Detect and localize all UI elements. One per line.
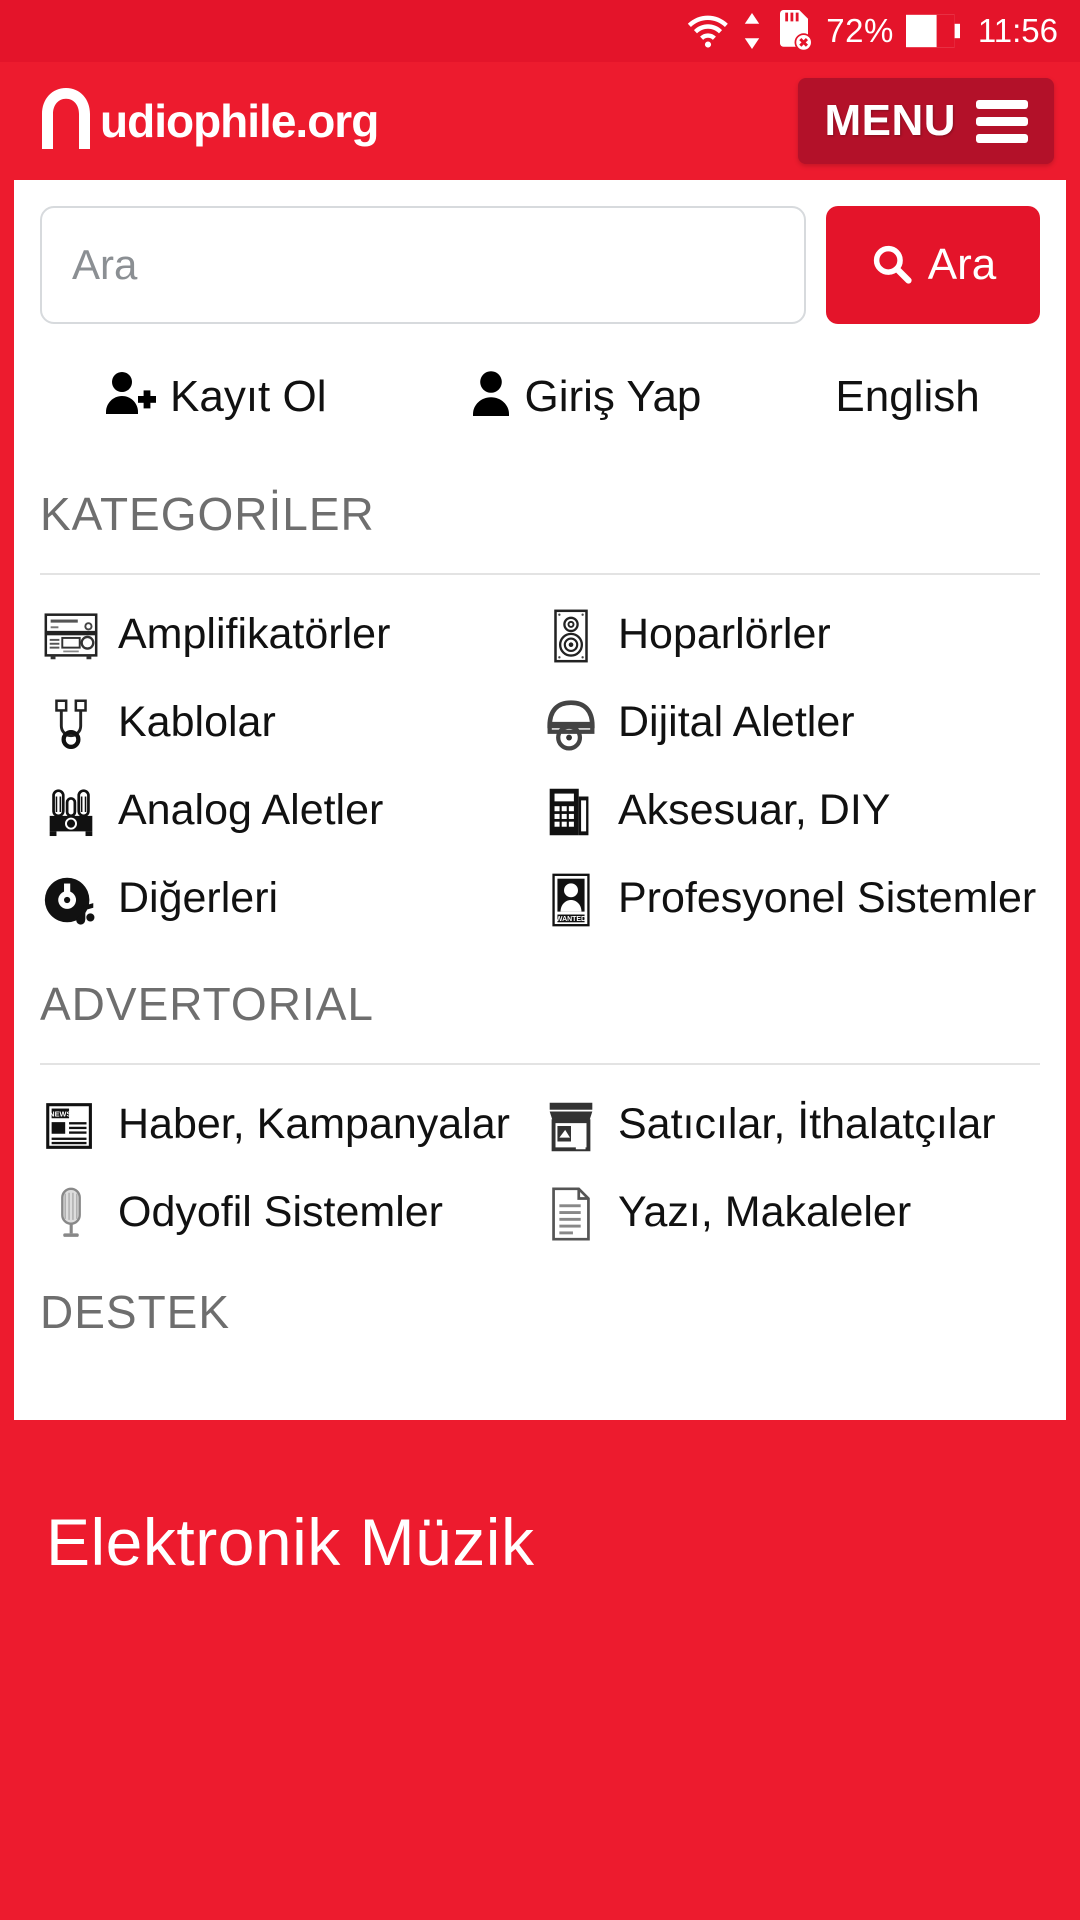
document-icon xyxy=(540,1183,602,1245)
category-label: Aksesuar, DIY xyxy=(618,786,891,834)
footer-banner: Elektronik Müzik xyxy=(0,1420,1080,1580)
app-header: udiophile.org MENU xyxy=(0,62,1080,180)
category-item-hoparlorler[interactable]: Hoparlörler xyxy=(540,605,1040,667)
section-heading-advertorial: ADVERTORIAL xyxy=(40,978,374,1030)
language-link[interactable]: English xyxy=(835,372,979,422)
search-button[interactable]: Ara xyxy=(826,206,1040,324)
category-item-analog-aletler[interactable]: Analog Aletler xyxy=(40,781,540,843)
category-label: Dijital Aletler xyxy=(618,698,855,746)
category-label: Analog Aletler xyxy=(118,786,384,834)
advertorial-label: Satıcılar, İthalatçılar xyxy=(618,1100,996,1148)
cd-player-icon xyxy=(540,693,602,755)
category-item-profesyonel-sistemler[interactable]: WANTED Profesyonel Sistemler xyxy=(540,869,1040,931)
category-item-dijital-aletler[interactable]: Dijital Aletler xyxy=(540,693,1040,755)
register-link[interactable]: Kayıt Ol xyxy=(104,370,327,423)
language-label: English xyxy=(835,371,980,421)
category-item-amplifikatorler[interactable]: Amplifikatörler xyxy=(40,605,540,667)
tube-amp-icon xyxy=(40,781,102,843)
section-heading-kategoriler: KATEGORİLER xyxy=(40,488,375,540)
advertorial-item-yazi-makaleler[interactable]: Yazı, Makaleler xyxy=(540,1183,1040,1245)
login-label: Giriş Yap xyxy=(524,371,702,421)
search-icon xyxy=(870,242,914,289)
category-label: Hoparlörler xyxy=(618,610,831,658)
category-item-digerleri[interactable]: Diğerleri xyxy=(40,869,540,931)
cable-icon xyxy=(40,693,102,755)
user-plus-icon xyxy=(104,370,156,423)
svg-text:WANTED: WANTED xyxy=(556,916,586,923)
menu-panel: Ara Kayıt Ol Giriş Yap xyxy=(14,180,1066,1420)
user-icon xyxy=(471,370,511,423)
category-label: Diğerleri xyxy=(118,874,279,922)
account-row: Kayıt Ol Giriş Yap English xyxy=(40,356,1040,453)
register-label: Kayıt Ol xyxy=(170,371,327,421)
headphone-a-logo-icon xyxy=(36,81,100,162)
category-grid: Amplifikatörler Hoparlörler Kablolar Dij… xyxy=(40,575,1040,931)
amplifier-icon xyxy=(40,605,102,667)
menu-button-label: MENU xyxy=(824,96,956,145)
category-label: Profesyonel Sistemler xyxy=(618,874,1037,922)
category-label: Kablolar xyxy=(118,698,276,746)
category-label: Amplifikatörler xyxy=(118,610,391,658)
section-heading-destek: DESTEK xyxy=(40,1286,231,1338)
newspaper-icon: NEWS xyxy=(40,1095,102,1157)
search-button-label: Ara xyxy=(927,240,997,289)
microphone-icon xyxy=(40,1183,102,1245)
data-transfer-arrows-icon xyxy=(742,13,762,49)
wifi-icon xyxy=(686,13,730,49)
advertorial-grid: NEWS Haber, Kampanyalar Satıcılar, İthal… xyxy=(40,1065,1040,1245)
battery-icon xyxy=(905,13,960,49)
sdcard-error-icon xyxy=(774,10,814,52)
speaker-icon xyxy=(540,605,602,667)
status-bar: 72% 11:56 xyxy=(0,0,1080,62)
login-link[interactable]: Giriş Yap xyxy=(471,370,702,423)
advertorial-label: Yazı, Makaleler xyxy=(618,1188,912,1236)
advertorial-item-odyofil-sistemler[interactable]: Odyofil Sistemler xyxy=(40,1183,540,1245)
advertorial-label: Haber, Kampanyalar xyxy=(118,1100,510,1148)
site-logo[interactable]: udiophile.org xyxy=(36,81,379,162)
advertorial-item-haber-kampanyalar[interactable]: NEWS Haber, Kampanyalar xyxy=(40,1095,540,1157)
clock-label: 11:56 xyxy=(977,12,1058,49)
hamburger-icon xyxy=(976,99,1028,143)
shop-icon xyxy=(540,1095,602,1157)
advertorial-label: Odyofil Sistemler xyxy=(118,1188,443,1236)
search-row: Ara xyxy=(40,206,1040,324)
advertorial-item-saticilar-ithalatcilar[interactable]: Satıcılar, İthalatçılar xyxy=(540,1095,1040,1157)
svg-text:NEWS: NEWS xyxy=(49,1110,71,1119)
category-item-kablolar[interactable]: Kablolar xyxy=(40,693,540,755)
wanted-poster-icon: WANTED xyxy=(540,869,602,931)
category-item-aksesuar-diy[interactable]: Aksesuar, DIY xyxy=(540,781,1040,843)
calculator-icon xyxy=(540,781,602,843)
menu-button[interactable]: MENU xyxy=(798,78,1054,164)
battery-percent-label: 72% xyxy=(826,12,894,49)
footer-title: Elektronik Müzik xyxy=(46,1505,535,1579)
vinyl-music-icon xyxy=(40,869,102,931)
search-input[interactable] xyxy=(40,206,806,324)
site-logo-label: udiophile.org xyxy=(100,95,379,147)
